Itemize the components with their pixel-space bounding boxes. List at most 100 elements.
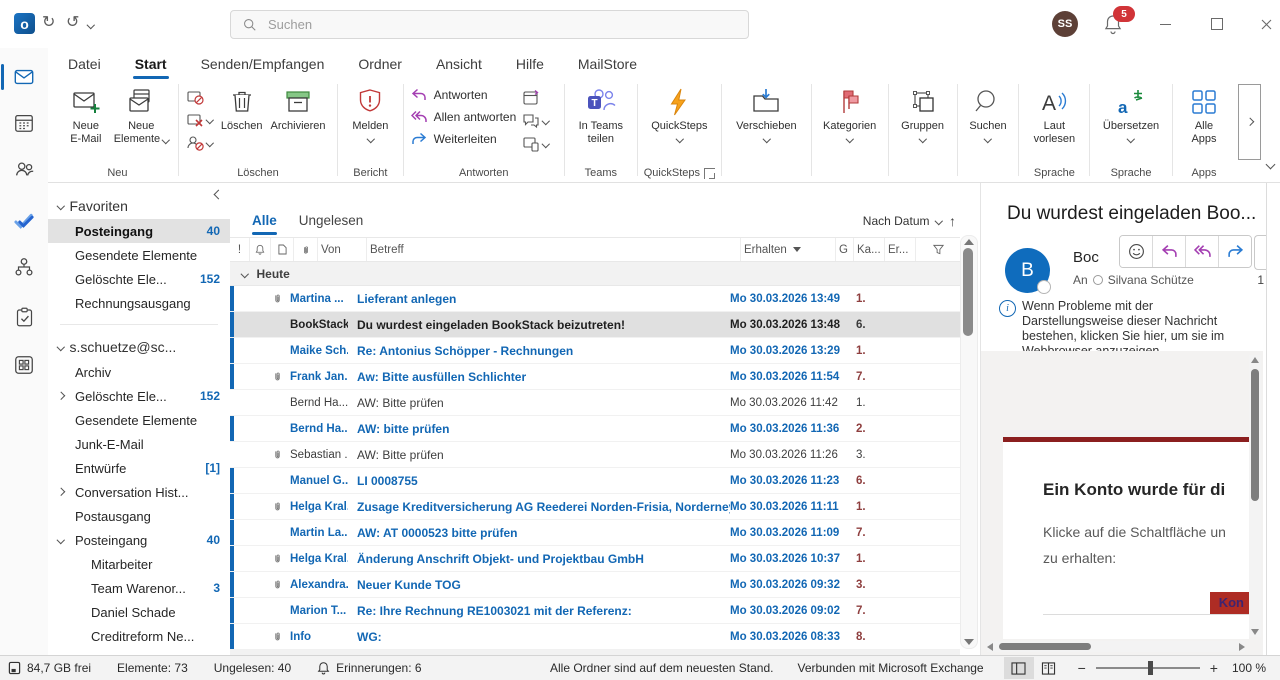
delete-items-button[interactable] bbox=[186, 111, 213, 129]
scroll-up-icon[interactable] bbox=[1251, 357, 1259, 363]
sender-name[interactable]: Boc bbox=[1073, 249, 1099, 266]
scroll-left-icon[interactable] bbox=[987, 643, 993, 651]
col-erwaehnung[interactable]: Er... bbox=[885, 238, 916, 261]
meeting-reply-button[interactable] bbox=[522, 89, 549, 107]
laut-vorlesen-button[interactable]: A Laut vorlesen bbox=[1024, 84, 1084, 149]
zoom-slider[interactable] bbox=[1096, 667, 1200, 669]
verschieben-button[interactable]: Verschieben bbox=[732, 84, 801, 145]
ribbon-overflow-button[interactable] bbox=[1238, 84, 1261, 160]
loeschen-button[interactable]: Löschen bbox=[217, 84, 267, 136]
zoom-slider-thumb[interactable] bbox=[1148, 661, 1153, 675]
message-row[interactable]: Alexandra...Neuer Kunde TOGMo 30.03.2026… bbox=[230, 572, 960, 598]
account-header[interactable]: s.schuetze@sc... bbox=[48, 334, 230, 360]
undo-icon[interactable]: ↺ bbox=[66, 12, 79, 32]
col-attachment[interactable] bbox=[294, 238, 318, 261]
message-row[interactable]: Martina ...Lieferant anlegenMo 30.03.202… bbox=[230, 286, 960, 312]
alle-apps-button[interactable]: Alle Apps bbox=[1178, 84, 1231, 149]
in-teams-teilen-button[interactable]: T In Teams teilen bbox=[570, 84, 632, 149]
zoom-level[interactable]: 100 % bbox=[1232, 661, 1266, 675]
scroll-down-icon[interactable] bbox=[1251, 629, 1259, 635]
folder-item[interactable]: Conversation Hist... bbox=[48, 480, 230, 504]
body-vertical-scrollbar[interactable] bbox=[1249, 355, 1261, 637]
neue-email-button[interactable]: Neue E-Mail bbox=[62, 84, 110, 149]
qat-customize-chevron-icon[interactable] bbox=[87, 21, 95, 29]
close-button[interactable] bbox=[1256, 14, 1276, 34]
chat-reply-button[interactable] bbox=[522, 112, 549, 130]
rail-apps-button[interactable] bbox=[0, 348, 48, 382]
folder-item[interactable]: Entwürfe[1] bbox=[48, 456, 230, 480]
more-actions-button-clipped[interactable] bbox=[1254, 235, 1266, 270]
message-row[interactable]: Maike Sch...Re: Antonius Schöpper - Rech… bbox=[230, 338, 960, 364]
folder-item[interactable]: Archiv bbox=[48, 360, 230, 384]
melden-button[interactable]: Melden bbox=[348, 84, 392, 145]
neue-elemente-button[interactable]: Neue Elemente bbox=[110, 84, 173, 149]
folder-item[interactable]: Mitarbeiter bbox=[48, 552, 230, 576]
gruppen-button[interactable]: Gruppen bbox=[897, 84, 948, 145]
sync-icon[interactable]: ↻ bbox=[42, 12, 55, 32]
scrollbar-thumb[interactable] bbox=[1251, 369, 1259, 501]
scroll-right-icon[interactable] bbox=[1239, 643, 1245, 651]
weiterleiten-button[interactable]: Weiterleiten bbox=[411, 128, 517, 150]
tab-start[interactable]: Start bbox=[133, 52, 169, 76]
folder-item[interactable]: Daniel Schade bbox=[48, 600, 230, 624]
tab-hilfe[interactable]: Hilfe bbox=[514, 52, 546, 76]
reading-view-button[interactable] bbox=[1034, 657, 1064, 679]
message-row[interactable]: Sebastian ...AW: Bitte prüfenMo 30.03.20… bbox=[230, 442, 960, 468]
folder-item[interactable]: Posteingang40 bbox=[48, 528, 230, 552]
kategorien-button[interactable]: Kategorien bbox=[819, 84, 880, 145]
suchen-button[interactable]: Suchen bbox=[965, 84, 1010, 145]
scrollbar-thumb[interactable] bbox=[999, 643, 1091, 650]
tab-datei[interactable]: Datei bbox=[66, 52, 103, 76]
folder-item[interactable]: Posteingang40 bbox=[48, 219, 230, 243]
recipient-name[interactable]: Silvana Schütze bbox=[1108, 273, 1194, 287]
forward-button[interactable] bbox=[1219, 236, 1251, 267]
chevron-right-icon[interactable] bbox=[57, 392, 65, 400]
rail-todo-button[interactable] bbox=[0, 204, 48, 238]
message-list-scrollbar[interactable] bbox=[960, 235, 978, 649]
tab-ungelesen[interactable]: Ungelesen bbox=[299, 213, 364, 231]
message-row[interactable]: BookStackDu wurdest eingeladen BookStack… bbox=[230, 312, 960, 338]
scrollbar-thumb[interactable] bbox=[963, 248, 973, 336]
tab-alle[interactable]: Alle bbox=[252, 213, 277, 231]
message-row[interactable]: InfoWG:Mo 30.03.2026 08:338. bbox=[230, 624, 960, 650]
sort-by-button[interactable]: Nach Datum bbox=[863, 214, 941, 228]
col-betreff[interactable]: Betreff bbox=[367, 238, 740, 261]
archivieren-button[interactable]: Archivieren bbox=[267, 84, 330, 136]
rail-calendar-button[interactable] bbox=[0, 106, 48, 140]
favorites-header[interactable]: Favoriten bbox=[48, 193, 230, 219]
message-row[interactable]: Helga Kral...Zusage Kreditversicherung A… bbox=[230, 494, 960, 520]
group-header-heute[interactable]: Heute bbox=[230, 262, 960, 286]
notifications-button[interactable]: 5 bbox=[1103, 13, 1129, 37]
tab-senden-empfangen[interactable]: Senden/Empfangen bbox=[199, 52, 327, 76]
search-box[interactable] bbox=[230, 10, 749, 39]
filter-icon[interactable] bbox=[916, 238, 960, 261]
col-g[interactable]: G bbox=[836, 238, 854, 261]
message-row[interactable]: Marion T...Re: Ihre Rechnung RE1003021 m… bbox=[230, 598, 960, 624]
message-row[interactable]: Martin La...AW: AT 0000523 bitte prüfenM… bbox=[230, 520, 960, 546]
read-on-device-button[interactable] bbox=[522, 135, 549, 153]
sort-direction-button[interactable]: ↑ bbox=[949, 213, 956, 229]
message-row[interactable]: Bernd Ha...AW: Bitte prüfenMo 30.03.2026… bbox=[230, 390, 960, 416]
antworten-button[interactable]: Antworten bbox=[411, 84, 517, 106]
tab-ansicht[interactable]: Ansicht bbox=[434, 52, 484, 76]
folder-item[interactable]: Gesendete Elemente bbox=[48, 408, 230, 432]
collapse-ribbon-button[interactable] bbox=[1265, 80, 1280, 182]
allen-antworten-button[interactable]: Allen antworten bbox=[411, 106, 517, 128]
col-kategorien[interactable]: Ka... bbox=[854, 238, 885, 261]
reply-all-button[interactable] bbox=[1186, 236, 1219, 267]
dialog-launcher-icon[interactable] bbox=[704, 168, 715, 179]
col-von[interactable]: Von bbox=[318, 238, 367, 261]
minimize-button[interactable] bbox=[1155, 14, 1175, 34]
uebersetzen-button[interactable]: a Übersetzen bbox=[1099, 84, 1163, 145]
rail-mail-button[interactable] bbox=[0, 60, 48, 94]
folder-item[interactable]: Creditreform Ne... bbox=[48, 624, 230, 648]
search-input[interactable] bbox=[266, 16, 690, 33]
render-warning[interactable]: i Wenn Probleme mit der Darstellungsweis… bbox=[999, 299, 1257, 359]
body-horizontal-scrollbar[interactable] bbox=[987, 641, 1245, 652]
col-erhalten[interactable]: Erhalten bbox=[740, 238, 836, 261]
chevron-down-icon[interactable] bbox=[57, 536, 65, 544]
reply-button[interactable] bbox=[1153, 236, 1186, 267]
normal-view-button[interactable] bbox=[1004, 657, 1034, 679]
scroll-up-icon[interactable] bbox=[964, 239, 974, 245]
col-item-type[interactable] bbox=[271, 238, 294, 261]
